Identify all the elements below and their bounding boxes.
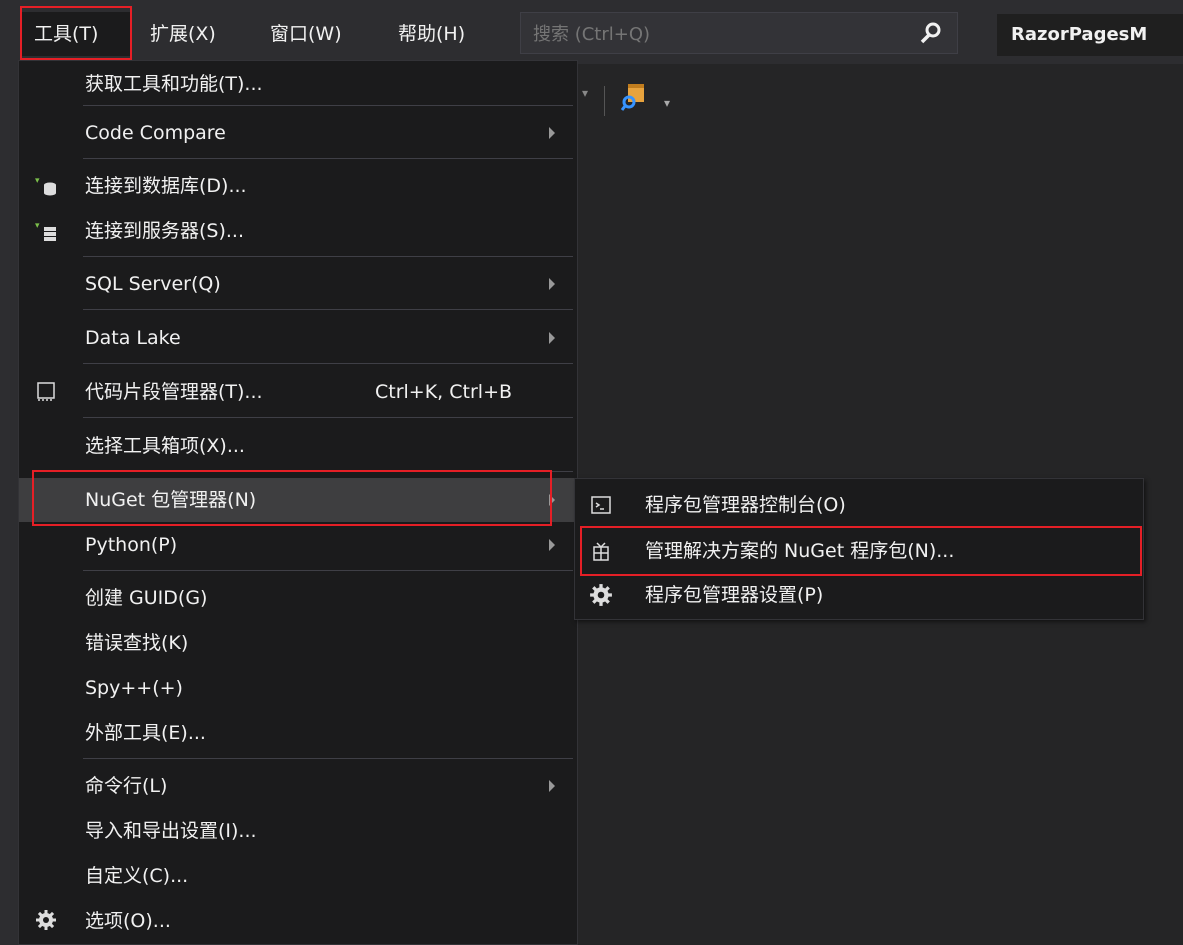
menu-item-command-line[interactable]: 命令行(L) (19, 764, 577, 808)
menu-item-label: Data Lake (85, 327, 181, 349)
menu-window[interactable]: 窗口(W) (270, 12, 342, 56)
gear-icon (36, 910, 56, 930)
submenu-arrow-icon (549, 332, 555, 344)
menu-item-create-guid[interactable]: 创建 GUID(G) (19, 576, 577, 620)
server-connect-icon: ▾ (35, 221, 56, 241)
menu-separator (83, 570, 573, 571)
menu-item-label: 错误查找(K) (85, 632, 189, 654)
menu-item-sql-server[interactable]: SQL Server(Q) (19, 262, 577, 306)
search-input[interactable] (531, 13, 915, 55)
menu-item-external-tools[interactable]: 外部工具(E)... (19, 711, 577, 755)
menu-separator (83, 309, 573, 310)
menu-item-python[interactable]: Python(P) (19, 523, 577, 567)
menu-item-connect-database[interactable]: ▾ 连接到数据库(D)... (19, 164, 577, 208)
menu-item-label: Code Compare (85, 122, 226, 144)
menu-separator (83, 417, 573, 418)
menu-item-label: 选项(O)... (85, 910, 171, 932)
submenu-item-manage-nuget[interactable]: 管理解决方案的 NuGet 程序包(N)... (575, 529, 1143, 573)
submenu-item-label: 程序包管理器设置(P) (645, 584, 824, 606)
menu-item-label: 创建 GUID(G) (85, 587, 208, 609)
nuget-submenu: 程序包管理器控制台(O) 管理解决方案的 NuGet 程序包(N)... 程序包… (574, 478, 1144, 620)
menu-item-options[interactable]: 选项(O)... (19, 899, 577, 943)
menu-bar: 工具(T) 扩展(X) 窗口(W) 帮助(H) RazorPagesM (0, 0, 1183, 64)
submenu-arrow-icon (549, 539, 555, 551)
menu-help[interactable]: 帮助(H) (398, 12, 465, 56)
menu-separator (83, 158, 573, 159)
menu-item-label: 选择工具箱项(X)... (85, 435, 245, 457)
menu-extensions[interactable]: 扩展(X) (150, 12, 216, 56)
submenu-item-package-settings[interactable]: 程序包管理器设置(P) (575, 573, 1143, 617)
toolbar-overflow-arrow[interactable]: ▾ (664, 96, 670, 110)
menu-item-customize[interactable]: 自定义(C)... (19, 854, 577, 898)
menu-item-import-export[interactable]: 导入和导出设置(I)... (19, 809, 577, 853)
submenu-item-package-console[interactable]: 程序包管理器控制台(O) (575, 483, 1143, 527)
menu-item-error-lookup[interactable]: 错误查找(K) (19, 621, 577, 665)
menu-item-label: SQL Server(Q) (85, 273, 221, 295)
menu-item-shortcut: Ctrl+K, Ctrl+B (375, 381, 513, 403)
menu-tools[interactable]: 工具(T) (20, 12, 130, 56)
menu-item-choose-toolbox[interactable]: 选择工具箱项(X)... (19, 424, 577, 468)
menu-item-label: 获取工具和功能(T)... (85, 73, 263, 95)
snippet-icon (37, 382, 55, 401)
menu-separator (83, 105, 573, 106)
svg-text:▾: ▾ (35, 221, 40, 231)
menu-item-label: Spy++(+) (85, 677, 183, 699)
submenu-arrow-icon (549, 494, 555, 506)
menu-item-label: 连接到服务器(S)... (85, 220, 245, 242)
submenu-arrow-icon (549, 127, 555, 139)
menu-item-connect-server[interactable]: ▾ 连接到服务器(S)... (19, 209, 577, 253)
menu-item-label: 自定义(C)... (85, 865, 189, 887)
menu-item-label: 连接到数据库(D)... (85, 175, 247, 197)
package-icon (593, 542, 609, 561)
menu-item-label: 命令行(L) (85, 775, 168, 797)
svg-text:▾: ▾ (35, 176, 40, 186)
gear-icon (590, 584, 612, 606)
submenu-item-label: 管理解决方案的 NuGet 程序包(N)... (645, 540, 955, 562)
database-connect-icon: ▾ (35, 176, 56, 196)
menu-item-snippet-manager[interactable]: 代码片段管理器(T)... Ctrl+K, Ctrl+B (19, 370, 577, 414)
search-box[interactable] (520, 12, 958, 55)
menu-item-label: Python(P) (85, 534, 178, 556)
menu-item-spy[interactable]: Spy++(+) (19, 666, 577, 710)
menu-item-get-tools[interactable]: 获取工具和功能(T)... (19, 62, 577, 106)
menu-item-label: 导入和导出设置(I)... (85, 820, 257, 842)
console-icon (591, 496, 611, 514)
solution-explorer-icon[interactable] (620, 80, 652, 112)
menu-separator (83, 256, 573, 257)
toolbar-separator (604, 86, 605, 116)
toolbar-dropdown-arrow[interactable]: ▾ (582, 86, 588, 100)
tools-menu: 获取工具和功能(T)... Code Compare ▾ 连接到数据库(D)..… (18, 60, 578, 945)
menu-item-label: NuGet 包管理器(N) (85, 489, 257, 511)
menu-item-label: 外部工具(E)... (85, 722, 206, 744)
menu-separator (83, 758, 573, 759)
submenu-arrow-icon (549, 780, 555, 792)
menu-item-code-compare[interactable]: Code Compare (19, 111, 577, 155)
submenu-arrow-icon (549, 278, 555, 290)
menu-separator (83, 471, 573, 472)
submenu-item-label: 程序包管理器控制台(O) (645, 494, 846, 516)
menu-item-label: 代码片段管理器(T)... (85, 381, 263, 403)
menu-separator (83, 363, 573, 364)
solution-title: RazorPagesM (997, 14, 1183, 56)
menu-item-nuget[interactable]: NuGet 包管理器(N) (19, 478, 577, 522)
left-tool-strip (0, 64, 18, 945)
menu-item-data-lake[interactable]: Data Lake (19, 316, 577, 360)
search-icon[interactable] (919, 21, 943, 45)
solution-title-text: RazorPagesM (1011, 24, 1148, 45)
